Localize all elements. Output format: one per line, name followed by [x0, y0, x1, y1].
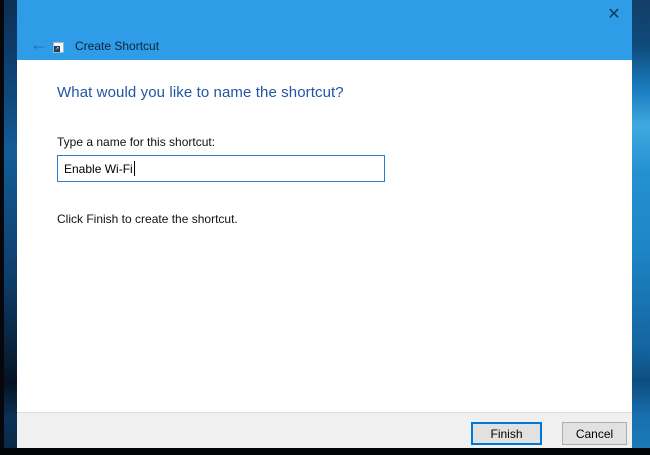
shortcut-arrow-overlay-icon: ↗: [54, 46, 60, 52]
close-button[interactable]: ✕: [601, 4, 627, 26]
desktop-wallpaper-right: [632, 0, 650, 448]
button-bar: Finish Cancel: [17, 412, 632, 448]
shortcut-wizard-icon: ↗: [53, 42, 64, 53]
back-arrow-icon: ←: [30, 35, 48, 53]
desktop-wallpaper-left-edge: [0, 0, 4, 455]
wizard-title: Create Shortcut: [75, 39, 159, 53]
shortcut-name-input[interactable]: Enable Wi-Fi: [57, 155, 385, 182]
create-shortcut-dialog: ✕ ← ↗ Create Shortcut What would you lik…: [17, 0, 632, 448]
page-heading: What would you like to name the shortcut…: [57, 84, 344, 101]
finish-instruction: Click Finish to create the shortcut.: [57, 212, 238, 226]
back-button[interactable]: ←: [25, 33, 53, 55]
text-caret: [134, 161, 135, 176]
cancel-button[interactable]: Cancel: [562, 422, 627, 445]
wizard-header: ✕ ← ↗ Create Shortcut: [17, 0, 632, 60]
wizard-content: What would you like to name the shortcut…: [17, 60, 632, 412]
close-icon: ✕: [607, 7, 620, 23]
bottom-dark-strip: [0, 448, 650, 455]
name-field-label: Type a name for this shortcut:: [57, 135, 215, 149]
desktop-screen: ✕ ← ↗ Create Shortcut What would you lik…: [0, 0, 650, 455]
shortcut-name-value: Enable Wi-Fi: [64, 162, 133, 176]
finish-button[interactable]: Finish: [471, 422, 542, 445]
